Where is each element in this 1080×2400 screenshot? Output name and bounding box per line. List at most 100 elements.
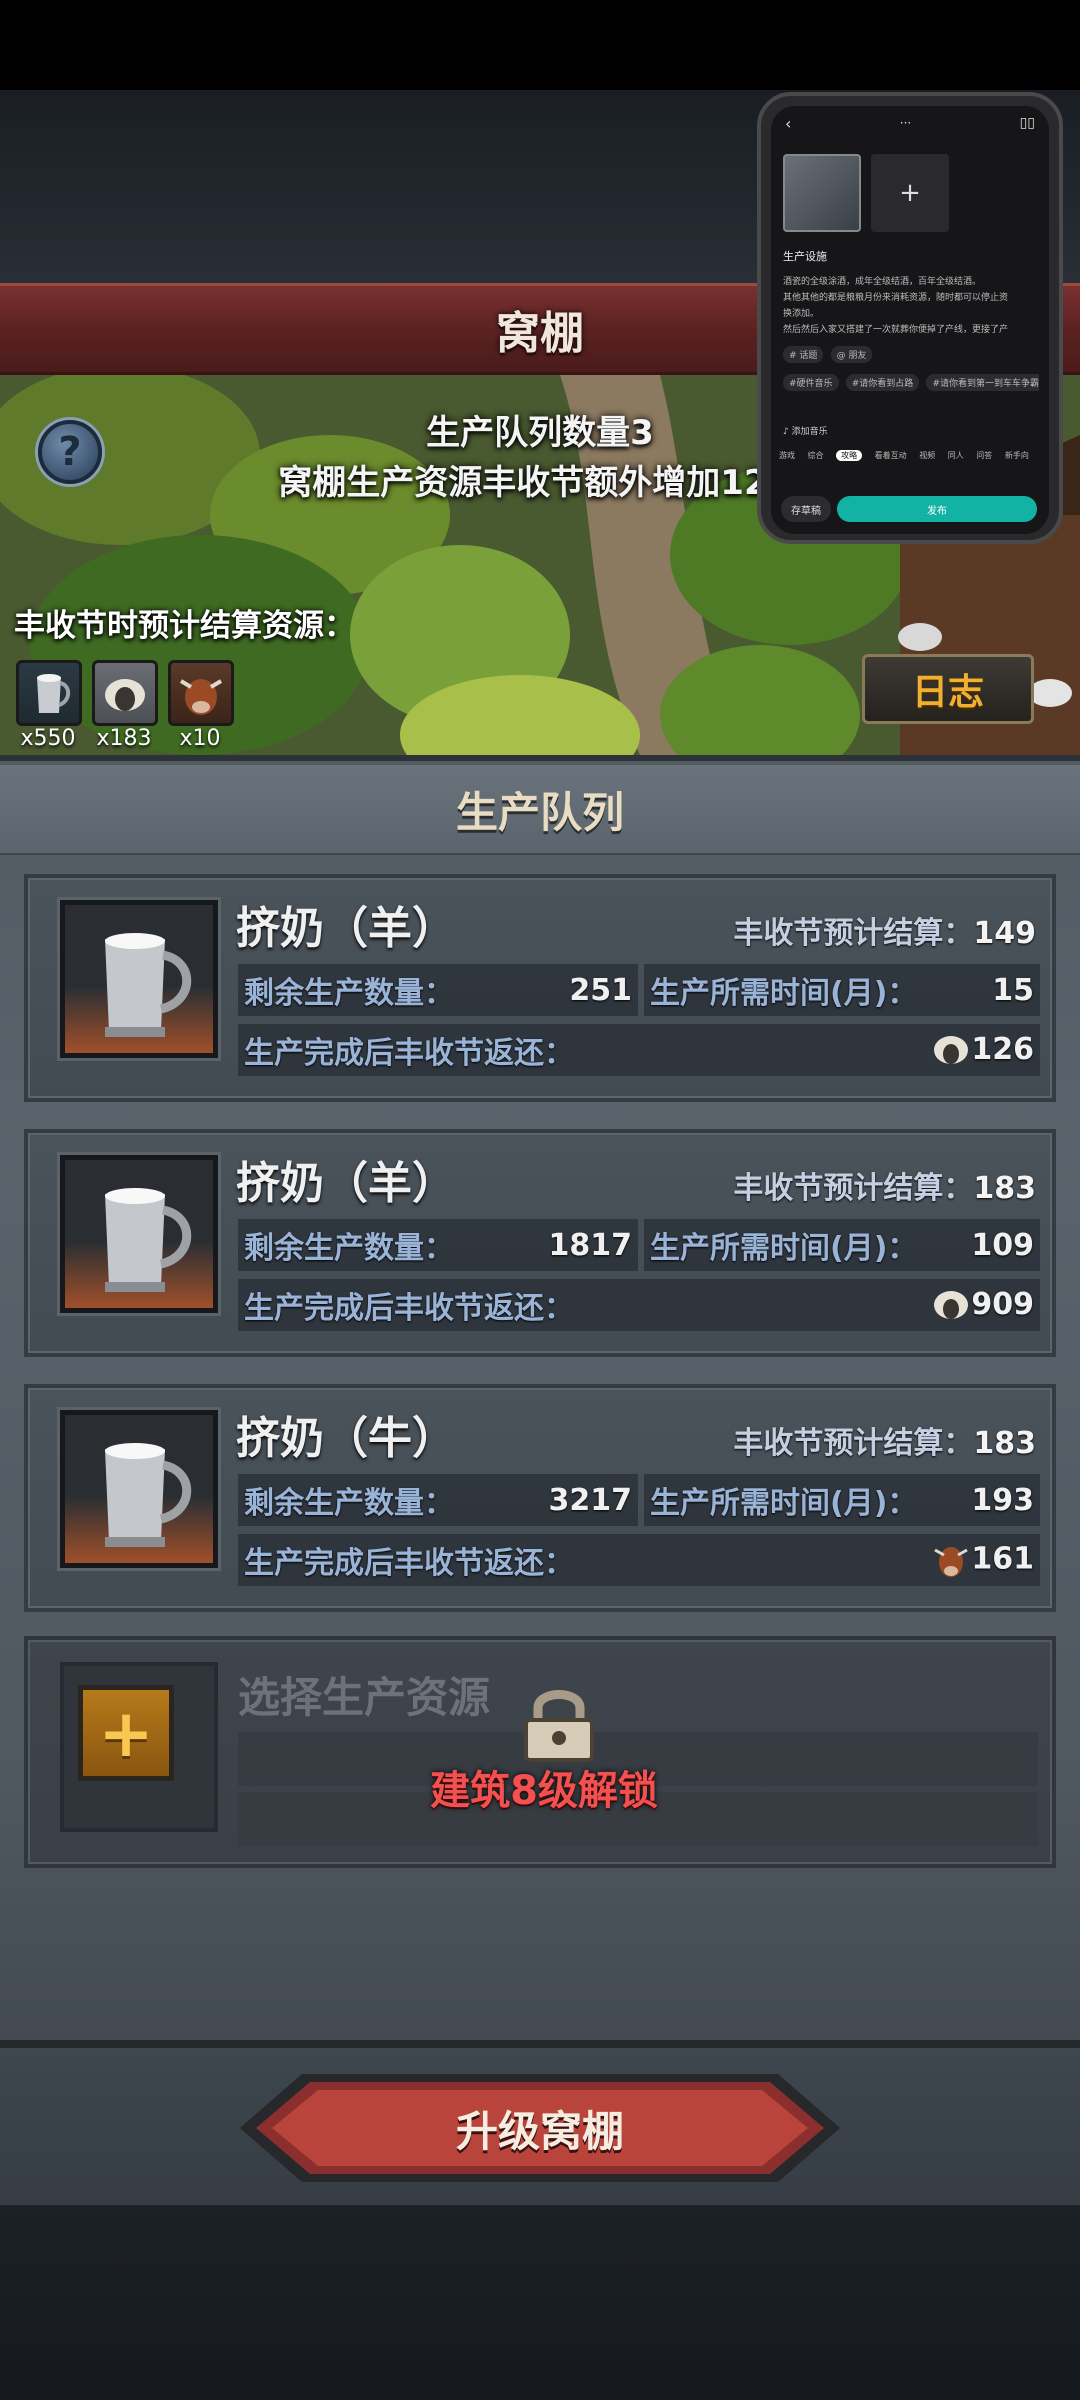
split-view-icon[interactable]: ▯▯: [1020, 115, 1035, 131]
editor-title[interactable]: 生产设施: [783, 248, 1039, 264]
add-image-button[interactable]: +: [871, 154, 949, 232]
category-tab[interactable]: 游戏: [779, 451, 795, 460]
tag-row: #硬件音乐 #请你看到占路 #请你看到第一到车车争霸: [783, 374, 1039, 391]
settle-value: 183: [973, 1426, 1036, 1461]
queue-card[interactable]: 挤奶（羊） 丰收节预计结算：149 剩余生产数量： 251 生产所需时间(月)：…: [24, 874, 1056, 1102]
remaining-label: 剩余生产数量：: [244, 976, 454, 1011]
remaining-label: 剩余生产数量：: [244, 1231, 454, 1266]
tag-chip[interactable]: #请你看到占路: [845, 374, 920, 391]
time-value: 109: [971, 1227, 1034, 1263]
time-row: 生产所需时间(月)： 109: [644, 1219, 1040, 1271]
padlock-icon: [514, 1686, 604, 1766]
plus-icon: +: [899, 178, 921, 208]
upgrade-label: 升级窝棚: [455, 2106, 624, 2156]
remaining-row: 剩余生产数量： 3217: [238, 1474, 638, 1526]
milk-jug-icon: [60, 1410, 218, 1568]
return-value-wrap: 909: [931, 1287, 1034, 1324]
bottom-backdrop: [0, 2205, 1080, 2400]
category-tabs: 游戏 综合 攻略 看着互动 视频 同人 问答 新手向: [779, 450, 1045, 461]
return-value: 909: [971, 1286, 1034, 1322]
select-resource-title: 选择生产资源: [238, 1673, 491, 1722]
return-row: 生产完成后丰收节返还： 909: [238, 1279, 1040, 1331]
page-title: 窝棚: [496, 308, 584, 359]
queue-section-title: 生产队列: [455, 787, 624, 837]
queue-card[interactable]: 挤奶（牛） 丰收节预计结算：183 剩余生产数量： 3217 生产所需时间(月)…: [24, 1384, 1056, 1612]
publish-button[interactable]: 发布: [837, 496, 1037, 522]
music-label: 添加音乐: [791, 427, 828, 437]
cow-icon: [931, 1540, 971, 1580]
recipe-name: 挤奶（羊）: [236, 1158, 456, 1209]
sheep-icon: [931, 1287, 971, 1323]
recipe-name: 挤奶（牛）: [236, 1413, 456, 1464]
music-icon: ♪: [783, 427, 792, 437]
forecast-count-sheep: x183: [96, 726, 152, 751]
settle-forecast: 丰收节预计结算：183: [733, 1163, 1036, 1207]
category-tab[interactable]: 看着互动: [875, 451, 907, 460]
editor-body-line: 换添加。: [783, 309, 820, 319]
remaining-value: 3217: [548, 1482, 633, 1518]
time-value: 15: [992, 972, 1034, 1008]
forecast-count-milk: x550: [20, 726, 76, 751]
remaining-row: 剩余生产数量： 251: [238, 964, 638, 1016]
tag-chip[interactable]: #硬件音乐: [783, 374, 839, 391]
post-editor-content: ‹ ··· ▯▯ + 生产设施 酒瓷的全级涂酒，成年全级结酒，百年全级结酒。 其…: [771, 106, 1049, 534]
settle-label: 丰收节预计结算：: [733, 1426, 974, 1461]
sheep-icon: [931, 1032, 971, 1068]
editor-topbar: ‹ ··· ▯▯: [771, 106, 1049, 140]
tag-chip[interactable]: #请你看到第一到车车争霸: [926, 374, 1039, 391]
unlock-requirement: 建筑8级解锁: [430, 1768, 658, 1814]
forecast-count-cow: x10: [179, 726, 221, 751]
time-label: 生产所需时间(月)：: [650, 976, 918, 1011]
queue-section-header: 生产队列: [0, 765, 1080, 855]
floating-post-editor[interactable]: ‹ ··· ▯▯ + 生产设施 酒瓷的全级涂酒，成年全级结酒，百年全级结酒。 其…: [757, 92, 1063, 544]
image-thumbnail[interactable]: [783, 154, 861, 232]
settle-label: 丰收节预计结算：: [733, 916, 974, 951]
return-value: 126: [971, 1031, 1034, 1067]
cow-icon: [168, 660, 234, 726]
sheep-icon: [92, 660, 158, 726]
locked-queue-slot[interactable]: + 选择生产资源 建筑8级解锁: [24, 1636, 1056, 1868]
forecast-label: 丰收节时预计结算资源：: [14, 608, 355, 644]
settle-label: 丰收节预计结算：: [733, 1171, 974, 1206]
category-tab[interactable]: 综合: [808, 451, 824, 460]
time-value: 193: [971, 1482, 1034, 1518]
time-row: 生产所需时间(月)： 193: [644, 1474, 1040, 1526]
back-icon[interactable]: ‹: [785, 114, 791, 133]
time-row: 生产所需时间(月)： 15: [644, 964, 1040, 1016]
return-row: 生产完成后丰收节返还： 126: [238, 1024, 1040, 1076]
topic-chip[interactable]: # 话题: [783, 346, 824, 363]
editor-body-line: 酒瓷的全级涂酒，成年全级结酒，百年全级结酒。: [783, 277, 982, 287]
mention-chip[interactable]: @ 朋友: [830, 346, 873, 363]
music-row[interactable]: ♪ 添加音乐: [783, 424, 1039, 437]
return-value: 161: [971, 1541, 1034, 1577]
return-value-wrap: 126: [931, 1032, 1034, 1069]
editor-body-line: 然后然后入家又搭建了一次就葬你便掉了产线，更接了产: [783, 325, 1009, 335]
category-tab[interactable]: 问答: [976, 451, 992, 460]
editor-body-line: 其他其他的都是粮粮月份来消耗资源，随时都可以停止资: [783, 293, 1009, 303]
milk-jug-icon: [60, 1155, 218, 1313]
upgrade-button[interactable]: 升级窝棚: [232, 2070, 848, 2186]
settle-forecast: 丰收节预计结算：149: [733, 908, 1036, 952]
time-label: 生产所需时间(月)：: [650, 1231, 918, 1266]
return-label: 生产完成后丰收节返还：: [244, 1291, 574, 1326]
queue-card[interactable]: 挤奶（羊） 丰收节预计结算：183 剩余生产数量： 1817 生产所需时间(月)…: [24, 1129, 1056, 1357]
remaining-value: 1817: [548, 1227, 633, 1263]
log-button[interactable]: 日志: [862, 654, 1034, 724]
category-tab[interactable]: 新手向: [1005, 451, 1029, 460]
settle-value: 183: [973, 1171, 1036, 1206]
time-label: 生产所需时间(月)：: [650, 1486, 918, 1521]
category-tab[interactable]: 同人: [948, 451, 964, 460]
return-value-wrap: 161: [931, 1540, 1034, 1580]
return-label: 生产完成后丰收节返还：: [244, 1036, 574, 1071]
return-row: 生产完成后丰收节返还： 161: [238, 1534, 1040, 1586]
status-bar-area: [0, 0, 1080, 90]
save-draft-button[interactable]: 存草稿: [781, 496, 831, 522]
drag-handle-icon[interactable]: ···: [900, 116, 911, 130]
chip-row: # 话题 @ 朋友: [783, 346, 1039, 363]
return-label: 生产完成后丰收节返还：: [244, 1546, 574, 1581]
category-tab[interactable]: 视频: [919, 451, 935, 460]
category-tab-active[interactable]: 攻略: [836, 450, 863, 461]
remaining-value: 251: [569, 972, 632, 1008]
remaining-row: 剩余生产数量： 1817: [238, 1219, 638, 1271]
milk-jug-icon: [60, 900, 218, 1058]
